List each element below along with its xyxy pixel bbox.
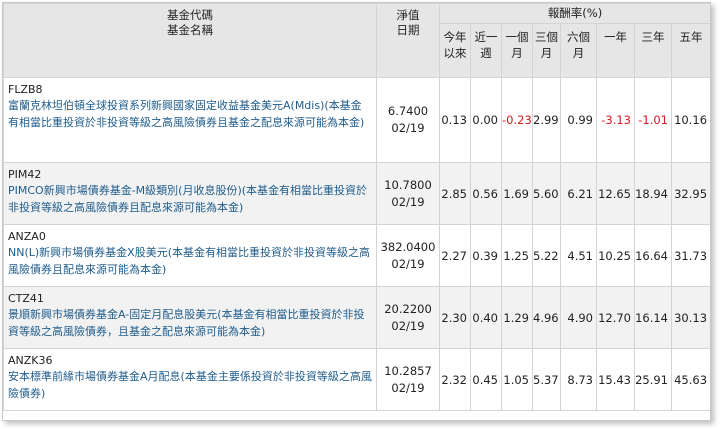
nav-value: 10.7800	[384, 177, 432, 192]
fund-row: PIM42 PIMCO新興市場債券基金-M級類別(月收息股份)(本基金有相當比重投…	[3, 162, 710, 225]
fund-code: ANZK36	[8, 354, 53, 367]
nav-cell: 20.2200 02/19	[376, 286, 440, 349]
fund-cell: FLZB8 富蘭克林坦伯頓全球投資系列新興國家固定收益基金美元A(Mdis)(本基…	[3, 77, 377, 163]
fund-row: ANZK36 安本標準前緣市場債券基金A月配息(本基金主要係投資於非投資等級之高風…	[3, 348, 710, 411]
return-value: 0.40	[470, 286, 502, 349]
fund-cell: CTZ41 景順新興市場債券基金A-固定月配息股美元(本基金有相當比重投資於非投資…	[3, 286, 377, 349]
return-value: 2.32	[439, 348, 471, 411]
fund-cell: PIM42 PIMCO新興市場債券基金-M級類別(月收息股份)(本基金有相當比重投…	[3, 162, 377, 225]
return-value: 10.25	[596, 224, 635, 287]
return-value: 1.29	[501, 286, 533, 349]
fund-code: PIM42	[8, 168, 42, 181]
return-value: 0.56	[470, 162, 502, 225]
period-header-3m: 三個月	[532, 23, 561, 78]
nav-header: 淨值 日期	[376, 3, 440, 78]
return-value: 16.64	[634, 224, 672, 287]
nav-cell: 10.2857 02/19	[376, 348, 440, 411]
nav-cell: 6.7400 02/19	[376, 77, 440, 163]
period-header-ytd: 今年 以來	[439, 23, 471, 78]
return-value: 32.95	[670, 162, 710, 225]
period-header-5y: 五年	[670, 23, 710, 78]
fund-cell: ANZK36 安本標準前緣市場債券基金A月配息(本基金主要係投資於非投資等級之高風…	[3, 348, 377, 411]
return-value: 12.65	[596, 162, 635, 225]
nav-cell: 382.0400 02/19	[376, 224, 440, 287]
return-value: 15.43	[596, 348, 635, 411]
return-value: 8.73	[560, 348, 597, 411]
return-value: 1.05	[501, 348, 533, 411]
nav-cell: 10.7800 02/19	[376, 162, 440, 225]
period-header-3y: 三年	[634, 23, 672, 78]
return-value: 2.27	[439, 224, 471, 287]
nav-date: 02/19	[391, 318, 425, 333]
return-value: 25.91	[634, 348, 672, 411]
nav-date: 02/19	[391, 121, 425, 135]
fund-row: ANZA0 NN(L)新興市場債券基金X股美元(本基金有相當比重投資於非投資等級之…	[3, 224, 710, 287]
fund-returns-table: 基金代碼 基金名稱 淨值 日期 報酬率(%) 今年 以來 近一週 一個月 三個月 …	[3, 3, 710, 411]
return-value: 31.73	[670, 224, 710, 287]
nav-value: 20.2200	[384, 301, 432, 316]
nav-date: 02/19	[391, 380, 425, 395]
return-value: 0.39	[470, 224, 502, 287]
return-value: -3.13	[596, 77, 635, 163]
period-header-6m: 六個月	[560, 23, 597, 78]
fund-row: FLZB8 富蘭克林坦伯頓全球投資系列新興國家固定收益基金美元A(Mdis)(本基…	[3, 77, 710, 163]
fund-table-panel: 基金代碼 基金名稱 淨值 日期 報酬率(%) 今年 以來 近一週 一個月 三個月 …	[2, 2, 711, 421]
fund-name-link[interactable]: 富蘭克林坦伯頓全球投資系列新興國家固定收益基金美元A(Mdis)(本基金有相當比…	[8, 98, 372, 131]
return-value: 30.13	[670, 286, 710, 349]
fund-cell: ANZA0 NN(L)新興市場債券基金X股美元(本基金有相當比重投資於非投資等級之…	[3, 224, 377, 287]
fund-name-link[interactable]: 安本標準前緣市場債券基金A月配息(本基金主要係投資於非投資等級之高風險債券)	[8, 369, 372, 402]
return-value: 2.30	[439, 286, 471, 349]
period-header-1m: 一個月	[501, 23, 533, 78]
return-value: 12.70	[596, 286, 635, 349]
return-value: 5.60	[532, 162, 561, 225]
return-value: 1.69	[501, 162, 533, 225]
return-value: 4.51	[560, 224, 597, 287]
nav-value: 382.0400	[380, 239, 436, 254]
return-value: 5.22	[532, 224, 561, 287]
return-value: 0.99	[560, 77, 597, 163]
nav-label: 淨值	[396, 8, 420, 22]
return-value: 4.90	[560, 286, 597, 349]
fund-name-link[interactable]: 景順新興市場債券基金A-固定月配息股美元(本基金有相當比重投資於非投資等級之高風…	[8, 307, 372, 340]
fund-code: ANZA0	[8, 230, 46, 243]
fund-name-link[interactable]: NN(L)新興市場債券基金X股美元(本基金有相當比重投資於非投資等級之高風險債券…	[8, 245, 372, 278]
nav-value: 6.7400	[387, 104, 429, 118]
fund-row: CTZ41 景順新興市場債券基金A-固定月配息股美元(本基金有相當比重投資於非投資…	[3, 286, 710, 349]
return-value: 0.00	[470, 77, 502, 163]
return-value: -1.01	[634, 77, 672, 163]
return-value: 10.16	[670, 77, 710, 163]
fund-name-header: 基金名稱	[167, 23, 213, 37]
return-value: 1.25	[501, 224, 533, 287]
nav-value: 10.2857	[384, 363, 432, 378]
return-value: 16.14	[634, 286, 672, 349]
return-value: 0.13	[439, 77, 471, 163]
fund-code: FLZB8	[8, 83, 43, 96]
return-value: 6.21	[560, 162, 597, 225]
return-value: 2.99	[532, 77, 561, 163]
return-value: 45.63	[670, 348, 710, 411]
period-header-1w: 近一週	[470, 23, 502, 78]
fund-name-link[interactable]: PIMCO新興市場債券基金-M級類別(月收息股份)(本基金有相當比重投資於非投資…	[8, 183, 372, 216]
return-value: 4.96	[532, 286, 561, 349]
nav-date: 02/19	[391, 194, 425, 209]
fund-code: CTZ41	[8, 292, 44, 305]
return-value: 2.85	[439, 162, 471, 225]
fund-code-header: 基金代碼	[167, 8, 213, 22]
date-label: 日期	[396, 23, 420, 37]
fund-header: 基金代碼 基金名稱	[3, 3, 377, 78]
period-header-1y: 一年	[596, 23, 635, 78]
return-value: 5.37	[532, 348, 561, 411]
return-value: 18.94	[634, 162, 672, 225]
nav-date: 02/19	[391, 256, 425, 271]
return-value: 0.45	[470, 348, 502, 411]
returns-header: 報酬率(%)	[438, 3, 710, 24]
return-value: -0.23	[501, 77, 533, 163]
